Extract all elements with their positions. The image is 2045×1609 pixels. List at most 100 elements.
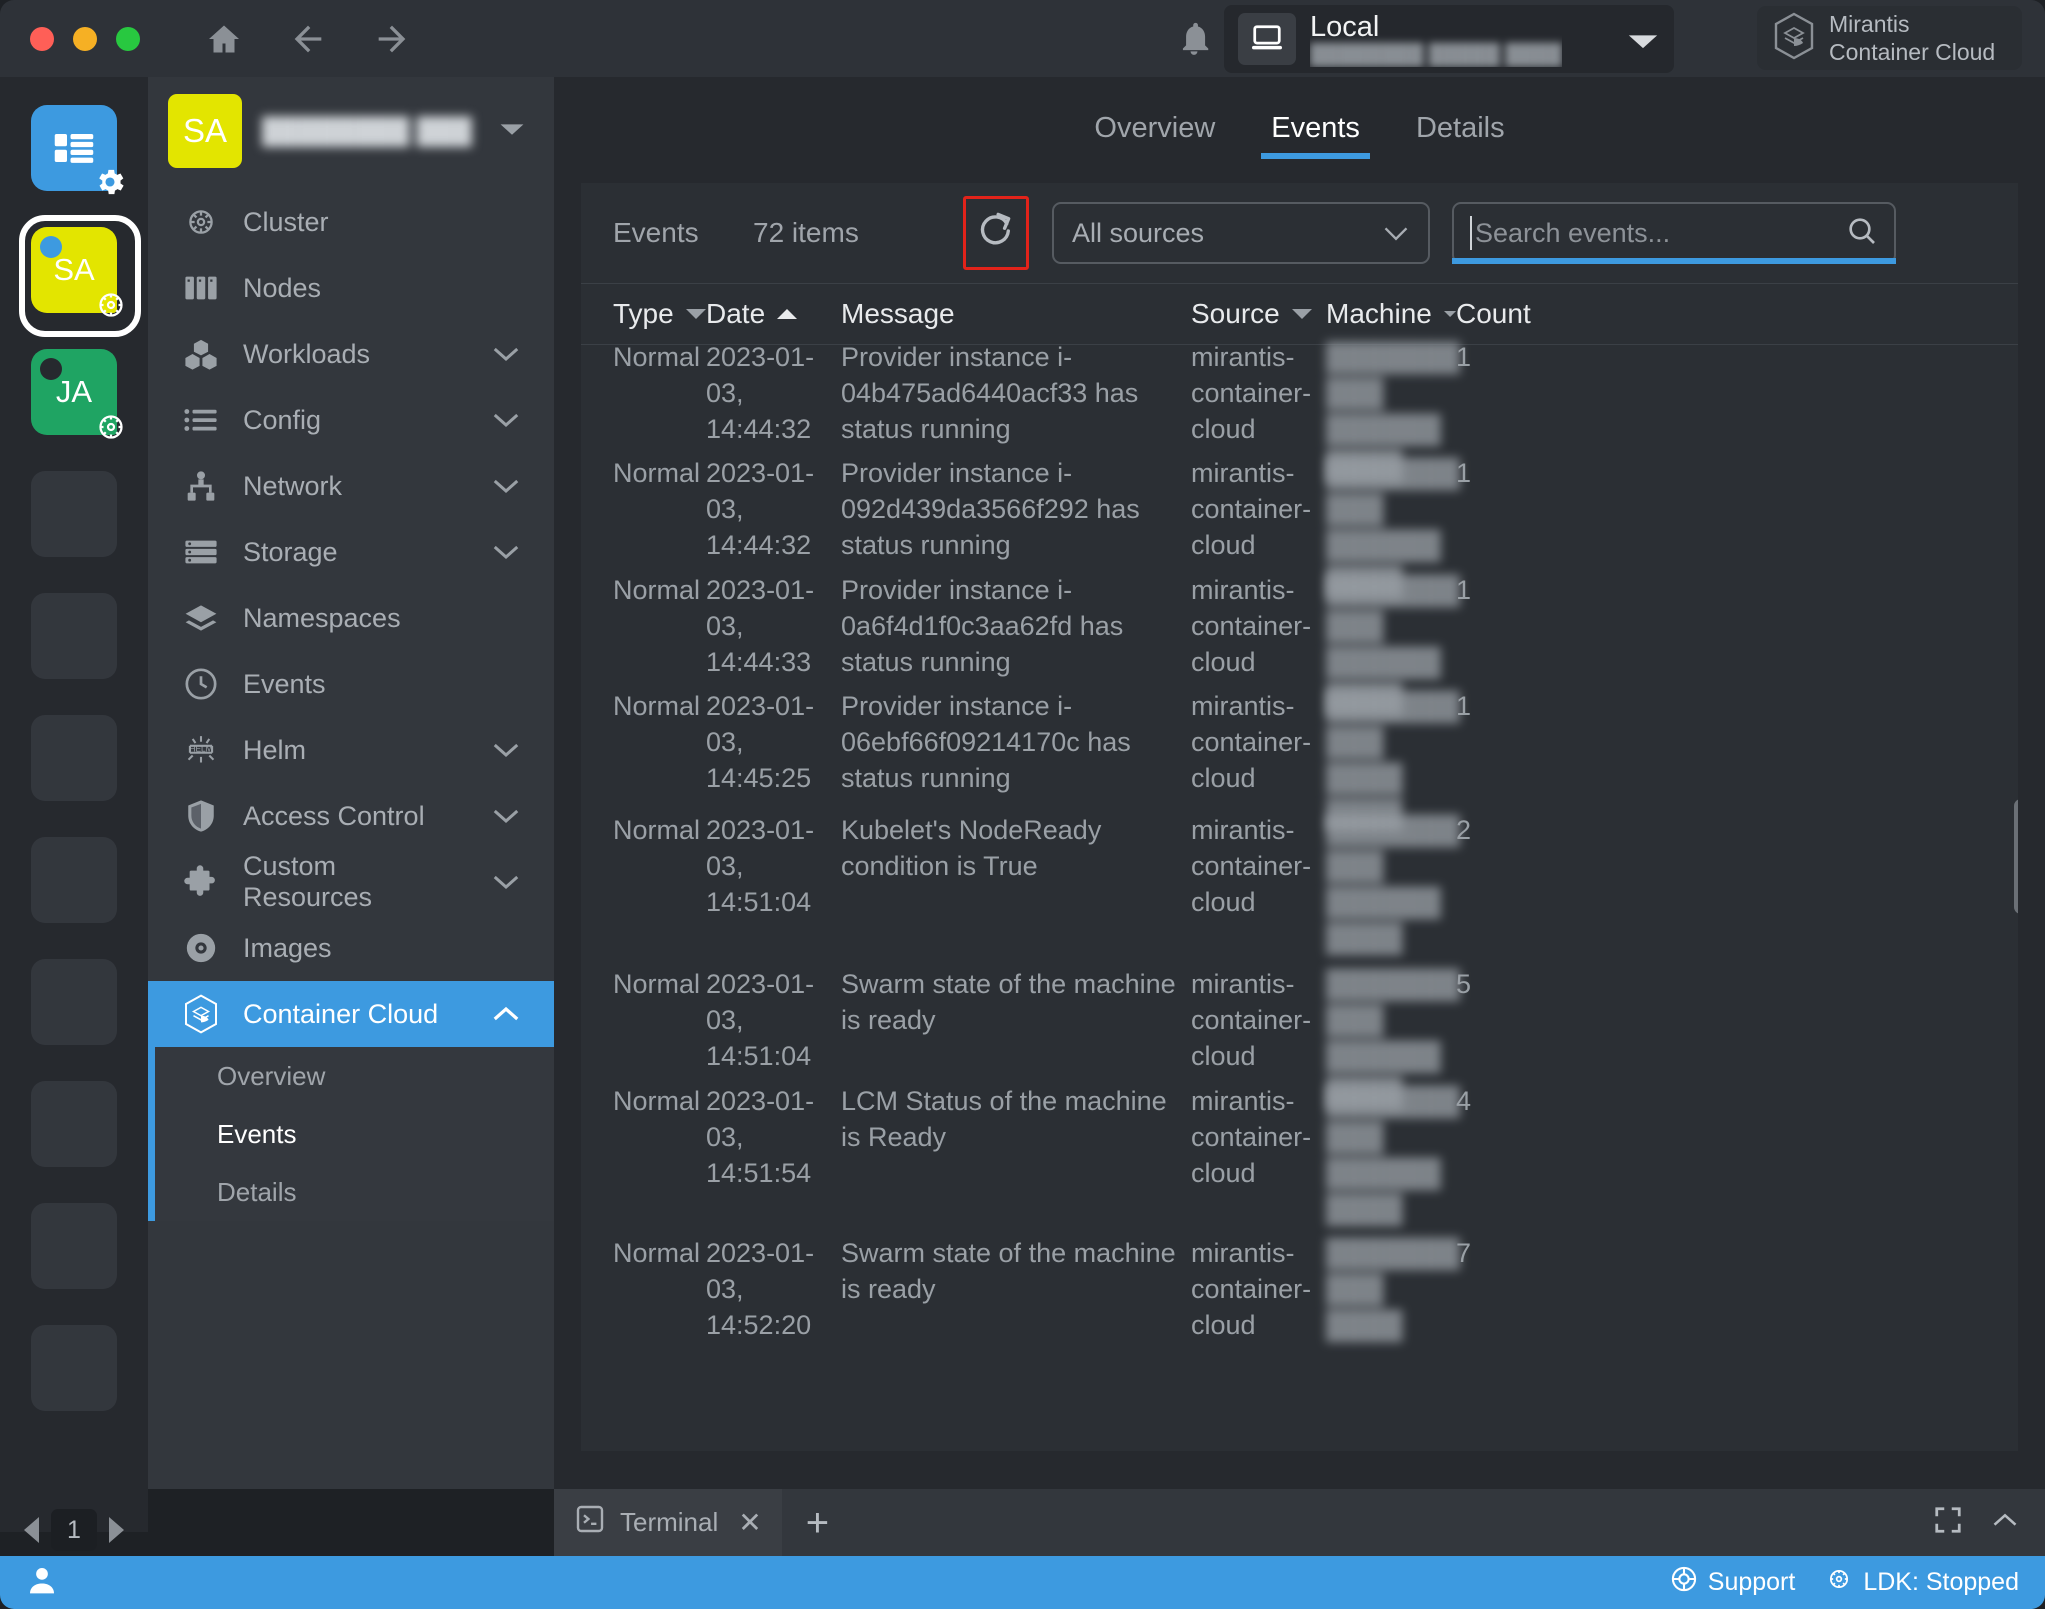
- ldk-status[interactable]: LDK: Stopped: [1825, 1565, 2019, 1600]
- events-item-count: 72 items: [753, 217, 963, 249]
- rail-item-catalog[interactable]: [31, 105, 117, 191]
- sidebar-item-storage[interactable]: Storage: [148, 519, 554, 585]
- sidebar-item-network[interactable]: Network: [148, 453, 554, 519]
- chevron-up-icon[interactable]: [1991, 1510, 2019, 1535]
- cell-message: Kubelet's NodeReady condition is True: [841, 812, 1191, 956]
- rail-item-ja-cluster[interactable]: JA: [31, 349, 117, 435]
- table-row[interactable]: Normal 2023-01-03, 14:51:04 Swarm state …: [581, 956, 2018, 1073]
- cell-type: Normal: [581, 812, 706, 956]
- rail-item-empty[interactable]: [31, 959, 117, 1045]
- column-header-source[interactable]: Source: [1191, 298, 1326, 330]
- rail-item-empty[interactable]: [31, 715, 117, 801]
- rail-item-empty[interactable]: [31, 1081, 117, 1167]
- chevron-down-icon[interactable]: [491, 801, 521, 832]
- rail-item-empty[interactable]: [31, 593, 117, 679]
- current-page-number: 1: [51, 1509, 97, 1551]
- content-tabs: Overview Events Details: [554, 77, 2045, 159]
- sidebar-item-container-cloud[interactable]: Container Cloud: [148, 981, 554, 1047]
- close-icon[interactable]: ✕: [738, 1506, 761, 1539]
- table-row[interactable]: Normal 2023-01-03, 14:45:25 Provider ins…: [581, 678, 2018, 802]
- table-row[interactable]: Normal 2023-01-03, 14:51:54 LCM Status o…: [581, 1073, 2018, 1225]
- search-placeholder: Search events...: [1475, 218, 1846, 249]
- terminal-tab[interactable]: Terminal ✕: [554, 1489, 782, 1556]
- chevron-down-icon[interactable]: [491, 405, 521, 436]
- support-button[interactable]: Support: [1670, 1565, 1796, 1600]
- sidebar-item-label: Helm: [243, 735, 469, 766]
- sidebar-item-label: Storage: [243, 537, 469, 568]
- rail-item-empty[interactable]: [31, 837, 117, 923]
- chevron-down-icon[interactable]: [498, 121, 526, 142]
- column-header-count[interactable]: Count: [1456, 298, 1536, 330]
- chevron-down-icon[interactable]: [491, 471, 521, 502]
- chevron-down-icon[interactable]: [491, 537, 521, 568]
- rail-item-empty[interactable]: [31, 471, 117, 557]
- search-events-field[interactable]: Search events...: [1452, 202, 1896, 264]
- table-row[interactable]: Normal 2023-01-03, 14:52:20 Swarm state …: [581, 1225, 2018, 1345]
- user-icon[interactable]: [26, 1564, 58, 1601]
- sidebar-item-label: Container Cloud: [243, 999, 469, 1030]
- sidebar-subitem-events[interactable]: Events: [155, 1105, 554, 1163]
- cell-date: 2023-01-03, 14:51:04: [706, 812, 841, 956]
- next-page-arrow[interactable]: [109, 1517, 124, 1543]
- cluster-rail: SA JA: [0, 77, 148, 1532]
- minimize-window-button[interactable]: [73, 27, 97, 51]
- sidebar-item-custom-resources[interactable]: Custom Resources: [148, 849, 554, 915]
- sidebar-item-helm[interactable]: HELM Helm: [148, 717, 554, 783]
- chevron-up-icon[interactable]: [491, 999, 521, 1030]
- kubernetes-icon: [1825, 1565, 1853, 1600]
- sidebar-item-events[interactable]: Events: [148, 651, 554, 717]
- sidebar-item-images[interactable]: Images: [148, 915, 554, 981]
- rail-item-empty[interactable]: [31, 1325, 117, 1411]
- table-row[interactable]: Normal 2023-01-03, 14:44:32 Provider ins…: [581, 329, 2018, 445]
- bell-icon[interactable]: [1175, 20, 1213, 58]
- chevron-down-icon[interactable]: [1626, 31, 1660, 56]
- chevron-down-icon[interactable]: [491, 867, 521, 898]
- plus-icon[interactable]: +: [806, 1503, 829, 1543]
- kubernetes-icon: [93, 409, 127, 443]
- rail-item-sa-cluster[interactable]: SA: [31, 227, 117, 313]
- refresh-button[interactable]: [963, 196, 1029, 270]
- forward-arrow-icon[interactable]: [370, 17, 414, 61]
- home-icon[interactable]: [202, 17, 246, 61]
- sidebar-item-access-control[interactable]: Access Control: [148, 783, 554, 849]
- images-disc-icon: [181, 931, 221, 965]
- sidebar-item-workloads[interactable]: Workloads: [148, 321, 554, 387]
- sidebar-item-label: Nodes: [243, 273, 554, 304]
- window-titlebar: Local ████████ █████ ████ Mirantis Conta…: [0, 0, 2045, 77]
- table-row[interactable]: Normal 2023-01-03, 14:44:33 Provider ins…: [581, 562, 2018, 678]
- tab-details[interactable]: Details: [1388, 112, 1533, 159]
- maximize-window-button[interactable]: [116, 27, 140, 51]
- kubernetes-helm-icon: [181, 205, 221, 239]
- search-icon[interactable]: [1846, 215, 1878, 252]
- close-window-button[interactable]: [30, 27, 54, 51]
- sidebar-item-config[interactable]: Config: [148, 387, 554, 453]
- tab-overview[interactable]: Overview: [1066, 112, 1243, 159]
- sidebar-item-namespaces[interactable]: Namespaces: [148, 585, 554, 651]
- chevron-down-icon: [1382, 218, 1410, 249]
- column-header-date[interactable]: Date: [706, 298, 841, 330]
- table-row[interactable]: Normal 2023-01-03, 14:51:04 Kubelet's No…: [581, 802, 2018, 956]
- sort-asc-icon: [777, 308, 797, 320]
- sidebar-item-cluster[interactable]: Cluster: [148, 189, 554, 255]
- column-header-message[interactable]: Message: [841, 298, 1191, 330]
- column-header-machine[interactable]: Machine: [1326, 298, 1456, 330]
- cell-count: 1: [1456, 455, 1536, 562]
- back-arrow-icon[interactable]: [286, 17, 330, 61]
- cell-type: Normal: [581, 339, 706, 445]
- sidebar-subitem-overview[interactable]: Overview: [155, 1047, 554, 1105]
- local-cluster-selector[interactable]: Local ████████ █████ ████: [1224, 5, 1674, 73]
- table-row[interactable]: Normal 2023-01-03, 14:44:32 Provider ins…: [581, 445, 2018, 562]
- source-filter-dropdown[interactable]: All sources: [1052, 202, 1430, 264]
- tab-events[interactable]: Events: [1243, 112, 1388, 159]
- account-selector[interactable]: SA ████████ ███: [148, 77, 554, 185]
- column-header-type[interactable]: Type: [581, 298, 706, 330]
- sidebar-subitem-details[interactable]: Details: [155, 1163, 554, 1221]
- chevron-down-icon[interactable]: [491, 735, 521, 766]
- vertical-scrollbar-thumb[interactable]: [2014, 799, 2018, 914]
- chevron-down-icon[interactable]: [491, 339, 521, 370]
- sidebar-item-nodes[interactable]: Nodes: [148, 255, 554, 321]
- fullscreen-icon[interactable]: [1933, 1505, 1963, 1540]
- prev-page-arrow[interactable]: [24, 1517, 39, 1543]
- brand-line-2: Container Cloud: [1829, 38, 1995, 66]
- rail-item-empty[interactable]: [31, 1203, 117, 1289]
